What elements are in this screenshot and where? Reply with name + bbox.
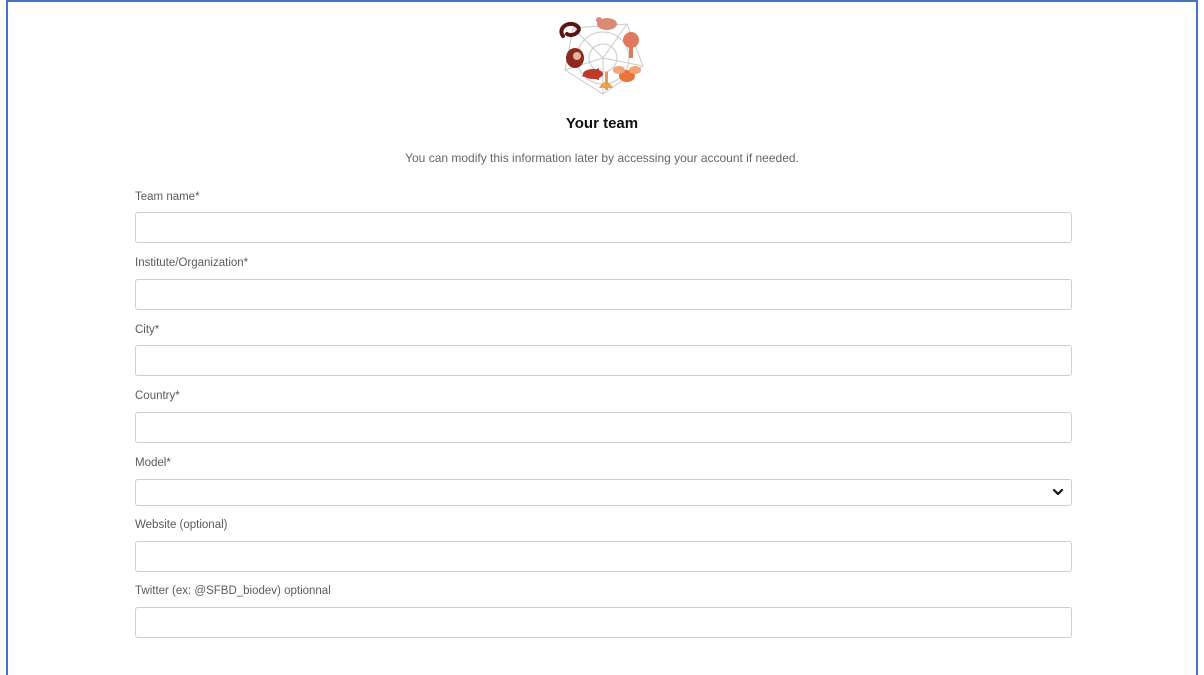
- team-name-label: Team name*: [135, 191, 200, 203]
- country-input[interactable]: [135, 412, 1072, 443]
- website-input[interactable]: [135, 541, 1072, 572]
- institute-input[interactable]: [135, 279, 1072, 310]
- model-label: Model*: [135, 457, 171, 469]
- website-label: Website (optional): [135, 519, 228, 531]
- chevron-down-icon: [1052, 488, 1064, 496]
- page-title: Your team: [565, 115, 639, 132]
- city-label: City*: [135, 324, 160, 336]
- team-name-input[interactable]: [135, 212, 1072, 243]
- model-select[interactable]: [135, 479, 1072, 506]
- page-subtitle: You can modify this information later by…: [405, 151, 799, 165]
- city-input[interactable]: [135, 345, 1072, 376]
- country-label: Country*: [135, 390, 180, 402]
- institute-label: Institute/Organization*: [135, 257, 249, 269]
- twitter-label: Twitter (ex: @SFBD_biodev) optionnal: [135, 585, 331, 597]
- model-organisms-logo: [559, 17, 644, 95]
- page-frame: [6, 0, 1198, 675]
- twitter-input[interactable]: [135, 607, 1072, 638]
